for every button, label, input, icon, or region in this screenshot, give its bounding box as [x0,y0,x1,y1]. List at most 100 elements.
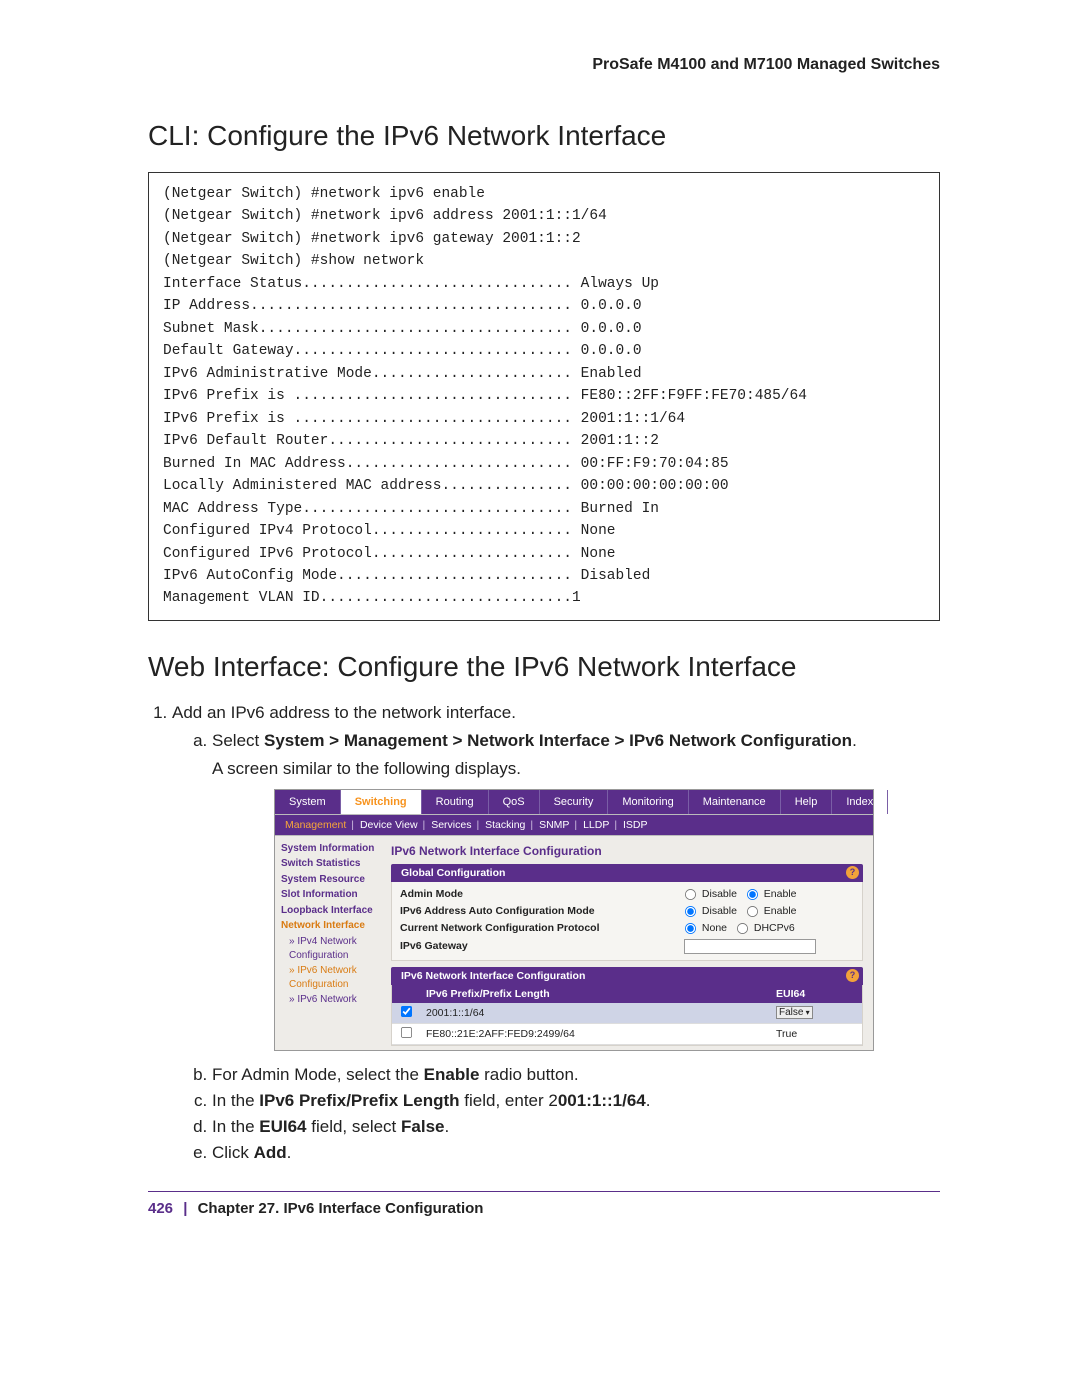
s1b-bold: Enable [424,1065,480,1084]
ipv6-table-wrap: IPv6 Prefix/Prefix Length EUI64 2001:1::… [391,985,863,1046]
subtab-management[interactable]: Management [285,819,346,831]
sb-slot-information[interactable]: Slot Information [281,888,377,903]
page-number: 426 [148,1200,173,1217]
s1a-line2: A screen similar to the following displa… [212,759,940,779]
tab-routing[interactable]: Routing [422,790,489,814]
auto-config-label: IPv6 Address Auto Configuration Mode [400,905,684,917]
s1d-pre: In the [212,1117,259,1136]
row1-checkbox[interactable] [400,1006,411,1017]
s1d-post: . [445,1117,450,1136]
panel-title: IPv6 Network Interface Configuration [391,844,863,858]
step-1: Add an IPv6 address to the network inter… [172,703,940,1163]
global-config-body: Admin Mode Disable Enable IPv6 Address A… [391,882,863,961]
sb-system-resource[interactable]: System Resource [281,873,377,888]
tab-index[interactable]: Index [832,790,888,814]
lbl-enable: Enable [764,888,797,900]
sidebar: System Information Switch Statistics Sys… [275,836,381,1050]
sb-network-interface[interactable]: Network Interface [281,919,377,934]
tab-qos[interactable]: QoS [489,790,540,814]
chapter-label: Chapter 27. IPv6 Interface Configuration [198,1200,484,1217]
s1c-mid: field, enter 2 [460,1091,558,1110]
s1c-b1: IPv6 Prefix/Prefix Length [259,1091,459,1110]
s1d-b1: EUI64 [259,1117,306,1136]
subtab-lldp[interactable]: LLDP [583,819,609,831]
gateway-label: IPv6 Gateway [400,940,684,952]
sb-ipv4-network-config[interactable]: IPv4 Network Configuration [281,935,377,964]
sb-ipv6-network[interactable]: IPv6 Network [281,993,377,1008]
global-config-title: Global Configuration [401,867,505,879]
s1e-post: . [287,1143,292,1162]
help-icon[interactable]: ? [846,866,859,879]
lbl-disable: Disable [702,888,737,900]
lbl-dhcpv6: DHCPv6 [754,922,795,934]
ipv6-table: IPv6 Prefix/Prefix Length EUI64 2001:1::… [392,985,862,1045]
s1c-b2: 001:1::1/64 [558,1091,646,1110]
row1-eui-select[interactable]: False [776,1006,813,1019]
sb-loopback-interface[interactable]: Loopback Interface [281,904,377,919]
lbl-none: None [702,922,727,934]
cli-section-heading: CLI: Configure the IPv6 Network Interfac… [148,120,940,152]
tab-monitoring[interactable]: Monitoring [608,790,688,814]
protocol-dhcpv6[interactable]: DHCPv6 [736,922,795,934]
row2-checkbox[interactable] [400,1027,411,1038]
s1b-pre: For Admin Mode, select the [212,1065,424,1084]
gateway-input[interactable] [684,939,816,954]
sb-switch-statistics[interactable]: Switch Statistics [281,857,377,872]
protocol-none[interactable]: None [684,922,727,934]
s1a-bold: System > Management > Network Interface … [264,731,852,750]
tab-switching[interactable]: Switching [341,790,422,814]
s1d-mid: field, select [307,1117,402,1136]
s1a-pre: Select [212,731,264,750]
s1e-bold: Add [254,1143,287,1162]
step-1c: In the IPv6 Prefix/Prefix Length field, … [212,1091,940,1111]
sb-ipv6-network-config[interactable]: IPv6 Network Configuration [281,964,377,993]
main-panel: IPv6 Network Interface Configuration Glo… [381,836,873,1050]
lbl-disable2: Disable [702,905,737,917]
step-1a: Select System > Management > Network Int… [212,731,940,1051]
lbl-enable2: Enable [764,905,797,917]
page-footer: 426 | Chapter 27. IPv6 Interface Configu… [148,1191,940,1217]
protocol-label: Current Network Configuration Protocol [400,922,684,934]
sub-tabs: Management| Device View| Services| Stack… [275,815,873,836]
embedded-ui: System Switching Routing QoS Security Mo… [274,789,874,1051]
table-row-1[interactable]: 2001:1::1/64 False [392,1003,862,1024]
s1e-pre: Click [212,1143,254,1162]
tab-help[interactable]: Help [781,790,833,814]
subtab-services[interactable]: Services [431,819,471,831]
tab-system[interactable]: System [275,790,341,814]
cli-output: (Netgear Switch) #network ipv6 enable (N… [148,172,940,621]
step-1b: For Admin Mode, select the Enable radio … [212,1065,940,1085]
subtab-snmp[interactable]: SNMP [539,819,569,831]
admin-mode-enable[interactable]: Enable [746,888,797,900]
row2-eui: True [770,1023,862,1044]
top-tabs: System Switching Routing QoS Security Mo… [275,790,873,815]
ipv6-iface-title: IPv6 Network Interface Configuration [401,970,585,982]
ipv6-iface-header: IPv6 Network Interface Configuration ? [391,967,863,985]
s1b-post: radio button. [479,1065,578,1084]
tab-security[interactable]: Security [540,790,609,814]
s1c-pre: In the [212,1091,259,1110]
col-prefix: IPv6 Prefix/Prefix Length [420,985,770,1003]
col-check [392,985,420,1003]
col-eui64: EUI64 [770,985,862,1003]
auto-config-enable[interactable]: Enable [746,905,797,917]
table-row-2[interactable]: FE80::21E:2AFF:FED9:2499/64 True [392,1023,862,1044]
sb-system-information[interactable]: System Information [281,842,377,857]
subtab-isdp[interactable]: ISDP [623,819,648,831]
s1c-post: . [646,1091,651,1110]
step-1e: Click Add. [212,1143,940,1163]
help-icon-2[interactable]: ? [846,969,859,982]
row2-prefix: FE80::21E:2AFF:FED9:2499/64 [420,1023,770,1044]
tab-maintenance[interactable]: Maintenance [689,790,781,814]
product-line: ProSafe M4100 and M7100 Managed Switches [148,56,940,74]
subtab-stacking[interactable]: Stacking [485,819,525,831]
admin-mode-disable[interactable]: Disable [684,888,737,900]
web-section-heading: Web Interface: Configure the IPv6 Networ… [148,651,940,683]
admin-mode-label: Admin Mode [400,888,684,900]
step-1-text: Add an IPv6 address to the network inter… [172,703,516,722]
s1a-post: . [852,731,857,750]
s1d-b2: False [401,1117,444,1136]
auto-config-disable[interactable]: Disable [684,905,737,917]
subtab-deviceview[interactable]: Device View [360,819,418,831]
step-1d: In the EUI64 field, select False. [212,1117,940,1137]
